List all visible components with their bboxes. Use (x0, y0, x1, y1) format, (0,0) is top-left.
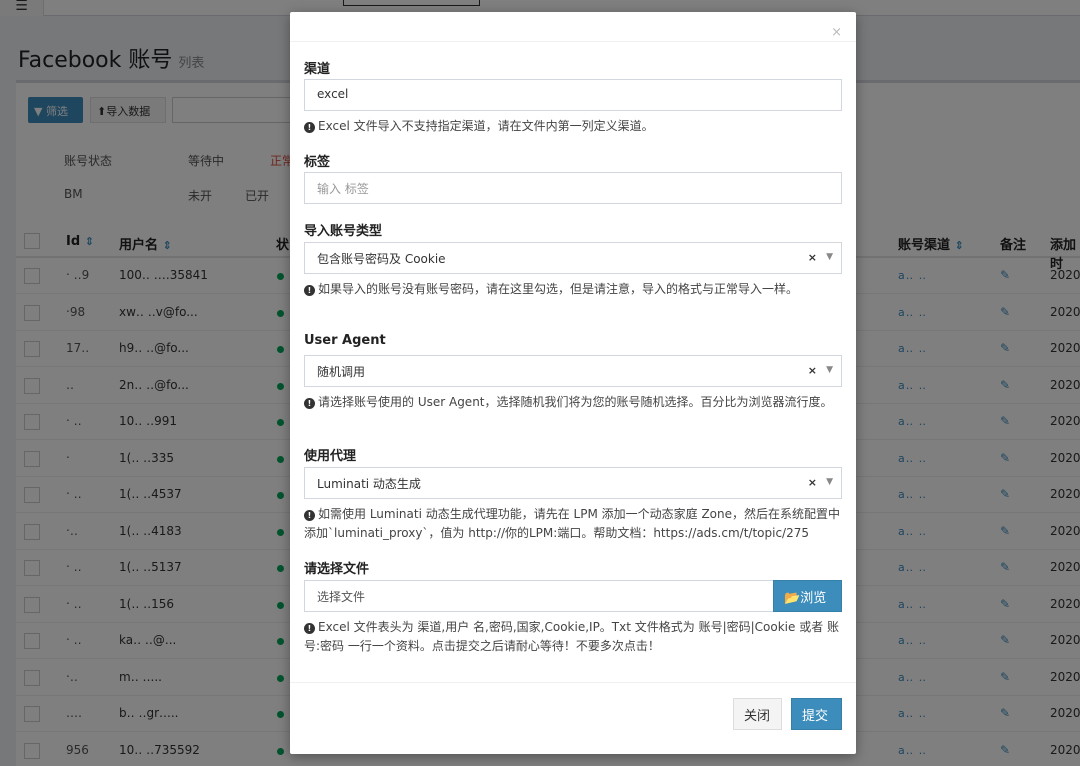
tags-label: 标签 (304, 155, 331, 170)
import-type-help: ! 如果导入的账号没有账号密码，请在这里勾选，但是请注意，导入的格式与正常导入一样… (304, 280, 844, 299)
tags-input[interactable]: 输入 标签 (304, 172, 842, 204)
import-type-label: 导入账号类型 (304, 224, 383, 239)
folder-open-icon: 📂 (784, 591, 801, 606)
info-icon: ! (304, 285, 315, 296)
chevron-down-icon: ▼ (826, 252, 833, 262)
import-type-select[interactable]: 包含账号密码及 Cookie × ▼ (304, 242, 842, 274)
file-help-text: Excel 文件表头为 渠道,用户 名,密码,国家,Cookie,IP。Txt … (304, 620, 840, 653)
file-label: 请选择文件 (304, 562, 370, 577)
file-help: ! Excel 文件表头为 渠道,用户 名,密码,国家,Cookie,IP。Txt… (304, 618, 844, 656)
close-button[interactable]: 关闭 (733, 698, 782, 730)
submit-button[interactable]: 提交 (791, 698, 842, 730)
import-type-help-text: 如果导入的账号没有账号密码，请在这里勾选，但是请注意，导入的格式与正常导入一样。 (318, 282, 799, 296)
import-type-value: 包含账号密码及 Cookie (317, 252, 446, 266)
user-agent-help: ! 请选择账号使用的 User Agent，选择随机我们将为您的账号随机选择。百分… (304, 393, 844, 412)
proxy-help-text: 如需使用 Luminati 动态生成代理功能，请先在 LPM 添加一个动态家庭 … (304, 507, 841, 540)
info-icon: ! (304, 398, 315, 409)
browse-button[interactable]: 📂浏览 (773, 580, 842, 612)
channel-input[interactable]: excel (304, 79, 842, 111)
proxy-label: 使用代理 (304, 449, 357, 464)
clear-icon[interactable]: × (808, 364, 817, 377)
user-agent-help-text: 请选择账号使用的 User Agent，选择随机我们将为您的账号随机选择。百分比… (318, 395, 833, 409)
user-agent-label: User Agent (304, 333, 386, 348)
clear-icon[interactable]: × (808, 251, 817, 264)
proxy-help: ! 如需使用 Luminati 动态生成代理功能，请先在 LPM 添加一个动态家庭… (304, 505, 844, 543)
chevron-down-icon: ▼ (826, 365, 833, 375)
import-data-modal: × 渠道 excel ! Excel 文件导入不支持指定渠道，请在文件内第一列定义… (290, 12, 856, 754)
file-input[interactable]: 选择文件 (304, 580, 774, 612)
channel-label: 渠道 (304, 62, 331, 77)
proxy-select[interactable]: Luminati 动态生成 × ▼ (304, 467, 842, 499)
channel-help-text: Excel 文件导入不支持指定渠道，请在文件内第一列定义渠道。 (318, 119, 654, 133)
info-icon: ! (304, 122, 315, 133)
browse-button-label: 浏览 (800, 591, 827, 606)
chevron-down-icon: ▼ (826, 477, 833, 487)
info-icon: ! (304, 623, 315, 634)
modal-header: × (290, 12, 856, 42)
info-icon: ! (304, 510, 315, 521)
clear-icon[interactable]: × (808, 476, 817, 489)
user-agent-select[interactable]: 随机调用 × ▼ (304, 355, 842, 387)
user-agent-value: 随机调用 (317, 365, 366, 379)
channel-help: ! Excel 文件导入不支持指定渠道，请在文件内第一列定义渠道。 (304, 117, 844, 136)
proxy-value: Luminati 动态生成 (317, 477, 421, 491)
close-icon[interactable]: × (831, 26, 842, 40)
